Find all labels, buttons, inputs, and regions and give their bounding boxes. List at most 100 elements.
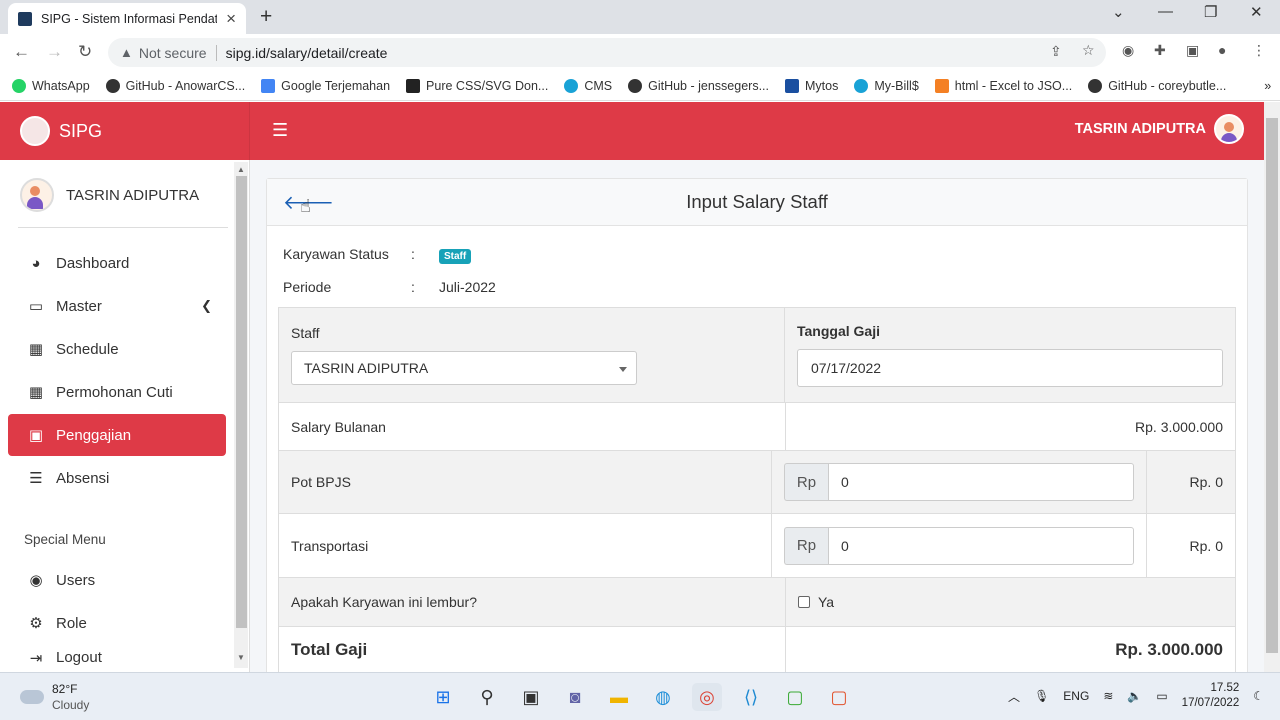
bookmark-item[interactable]: GitHub - jenssegers... xyxy=(628,78,769,93)
new-tab-icon[interactable]: + xyxy=(260,5,272,29)
bpjs-input[interactable]: 0 xyxy=(828,463,1134,501)
scroll-up-icon[interactable]: ▲ xyxy=(237,165,245,174)
profile-icon[interactable]: ● xyxy=(1218,42,1226,58)
sidebar-item-penggajian[interactable]: ▣ Penggajian xyxy=(8,414,226,456)
transport-input[interactable]: 0 xyxy=(828,526,1134,565)
tanggal-gaji-input[interactable]: 07/17/2022 xyxy=(797,349,1223,387)
edge-browser-icon[interactable]: ◍ xyxy=(648,683,678,711)
volume-icon[interactable]: 🔈 xyxy=(1127,689,1142,703)
close-window-icon[interactable]: ✕ xyxy=(1250,3,1263,21)
sidebar: TASRIN ADIPUTRA ◕ Dashboard ▭ Master ❮ ▦ Sch… xyxy=(0,160,250,672)
weather-widget[interactable]: 82°F Cloudy xyxy=(20,681,89,713)
tray-overflow-icon[interactable]: ︿ xyxy=(1008,688,1020,705)
brand[interactable]: SIPG xyxy=(0,102,250,160)
bpjs-label: Pot BPJS xyxy=(291,474,351,490)
sidepanel-icon[interactable]: ▣ xyxy=(1186,42,1199,59)
camtasia-orange-icon[interactable]: ▢ xyxy=(824,683,854,711)
colon: : xyxy=(411,279,415,295)
file-explorer-icon[interactable]: ▬ xyxy=(604,683,634,711)
extensions-icon[interactable]: ✚ xyxy=(1154,42,1166,59)
bookmark-star-icon[interactable]: ☆ xyxy=(1082,42,1095,59)
sidebar-item-users[interactable]: ◉ Users xyxy=(8,559,226,601)
sidebar-item-label: Users xyxy=(56,571,96,589)
sidebar-item-logout[interactable]: ⇥ Logout xyxy=(8,645,226,667)
sidebar-item-role[interactable]: ⚙ Role xyxy=(8,602,226,644)
clock[interactable]: 17.52 17/07/2022 xyxy=(1182,681,1240,711)
navbar-user[interactable]: TASRIN ADIPUTRA xyxy=(1075,114,1244,144)
bookmark-item[interactable]: CMS xyxy=(564,78,612,93)
transport-total-cell: Rp. 0 xyxy=(1146,514,1223,577)
windows-start-icon[interactable]: ⊞ xyxy=(428,683,458,711)
language-indicator[interactable]: ENG xyxy=(1063,689,1089,703)
task-view-icon[interactable]: ▣ xyxy=(516,683,546,711)
brand-name: SIPG xyxy=(59,120,103,141)
lembur-row: Apakah Karyawan ini lembur? Ya xyxy=(278,577,1236,626)
bookmark-item[interactable]: WhatsApp xyxy=(12,78,90,93)
avatar xyxy=(1214,114,1244,144)
bookmark-item[interactable]: Google Terjemahan xyxy=(261,78,390,93)
sidebar-item-schedule[interactable]: ▦ Schedule xyxy=(8,328,226,370)
sidebar-item-absensi[interactable]: ☰ Absensi xyxy=(8,457,226,499)
reload-icon[interactable]: ↻ xyxy=(78,42,92,62)
bookmark-item[interactable]: html - Excel to JSO... xyxy=(934,78,1072,93)
url-text[interactable]: sipg.id/salary/detail/create xyxy=(226,45,388,61)
page-scrollbar[interactable] xyxy=(1264,102,1280,672)
sidebar-item-permohonan-cuti[interactable]: ▦ Permohonan Cuti xyxy=(8,371,226,413)
bookmark-item[interactable]: My-Bill$ xyxy=(854,78,919,93)
browser-tab[interactable]: SIPG - Sistem Informasi Pendata × xyxy=(8,3,246,34)
transport-label: Transportasi xyxy=(291,537,369,554)
sidebar-item-master[interactable]: ▭ Master ❮ xyxy=(8,285,226,327)
status-badge: Staff xyxy=(439,249,472,264)
bookmark-item[interactable]: GitHub - AnowarCS... xyxy=(105,78,245,93)
sidebar-item-label: Role xyxy=(56,614,87,632)
lembur-option-label[interactable]: Ya xyxy=(818,594,834,610)
chrome-icon[interactable]: ◎ xyxy=(692,683,722,711)
teams-chat-icon[interactable]: ◙ xyxy=(560,683,590,711)
bpjs-label-cell: Pot BPJS xyxy=(279,451,772,513)
bpjs-input-cell: Rp 0 Rp. 0 xyxy=(772,451,1235,513)
sidebar-item-dashboard[interactable]: ◕ Dashboard xyxy=(8,242,226,284)
bookmark-item[interactable]: GitHub - coreybutle... xyxy=(1088,78,1226,93)
microphone-icon[interactable]: 🎙 xyxy=(1034,689,1049,703)
close-tab-icon[interactable]: × xyxy=(226,10,236,27)
minimize-icon[interactable]: — xyxy=(1158,3,1173,20)
bpjs-total: Rp. 0 xyxy=(1189,474,1223,490)
bookmark-item[interactable]: Mytos xyxy=(785,78,838,93)
salary-value-cell: Rp. 3.000.000 xyxy=(786,403,1235,450)
hamburger-menu-icon[interactable]: ☰ xyxy=(272,120,288,141)
bookmarks-overflow-icon[interactable]: » xyxy=(1264,79,1271,93)
money-icon: ▣ xyxy=(28,427,44,444)
tab-search-icon[interactable]: ⌄ xyxy=(1112,3,1125,21)
bookmark-item[interactable]: Pure CSS/SVG Don... xyxy=(406,78,548,93)
wifi-icon[interactable]: ≋ xyxy=(1103,689,1113,703)
mouse-cursor-icon: ☝ xyxy=(300,196,311,216)
sidebar-user[interactable]: TASRIN ADIPUTRA xyxy=(20,178,199,212)
app-navbar: SIPG ☰ TASRIN ADIPUTRA xyxy=(0,102,1264,160)
sidebar-user-name: TASRIN ADIPUTRA xyxy=(66,186,200,204)
share-icon[interactable]: ⇪ xyxy=(1050,43,1062,60)
salary-row: Salary Bulanan Rp. 3.000.000 xyxy=(278,402,1236,450)
vscode-icon[interactable]: ⟨⟩ xyxy=(736,683,766,711)
chevron-left-icon: ❮ xyxy=(201,298,212,313)
notification-icon[interactable]: ☾ xyxy=(1253,689,1264,703)
restore-icon[interactable]: ❐ xyxy=(1204,3,1217,21)
search-icon[interactable]: ⚲ xyxy=(472,683,502,711)
back-nav-icon[interactable]: ← xyxy=(13,42,30,62)
salary-label: Salary Bulanan xyxy=(291,418,386,435)
forward-nav-icon[interactable]: → xyxy=(46,42,63,62)
bpjs-row: Pot BPJS Rp 0 Rp. 0 xyxy=(278,450,1236,513)
camera-icon[interactable]: ◉ xyxy=(1122,42,1134,59)
camtasia-green-icon[interactable]: ▢ xyxy=(780,683,810,711)
sidebar-item-label: Master xyxy=(56,297,102,315)
total-row: Total Gaji Rp. 3.000.000 xyxy=(278,626,1236,672)
sidebar-scrollbar-thumb[interactable] xyxy=(236,176,247,628)
battery-icon[interactable]: ▭ xyxy=(1156,689,1167,703)
omnibox[interactable]: ▲ Not secure sipg.id/salary/detail/creat… xyxy=(108,38,1106,67)
staff-select[interactable]: TASRIN ADIPUTRA xyxy=(291,351,637,385)
menu-dots-icon[interactable]: ⋮ xyxy=(1252,42,1266,59)
scroll-down-icon[interactable]: ▼ xyxy=(237,653,245,662)
tanggal-gaji-value: 07/17/2022 xyxy=(811,360,882,376)
lembur-checkbox[interactable] xyxy=(798,596,810,608)
sidebar-item-label: Permohonan Cuti xyxy=(56,383,173,401)
sidebar-item-label: Absensi xyxy=(56,469,110,487)
